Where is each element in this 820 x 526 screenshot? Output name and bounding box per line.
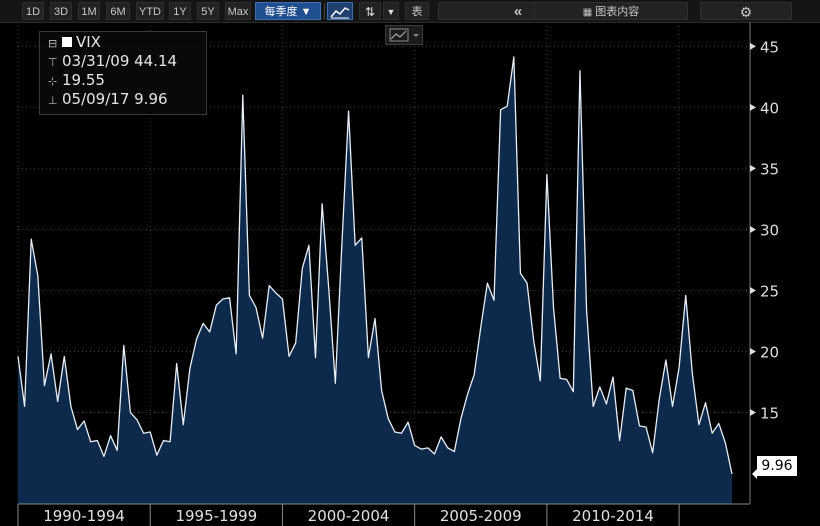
series-area-vix [18,56,732,505]
range-5y-button[interactable]: 5Y [197,2,219,20]
chart-content-icon: ▦ [582,7,593,18]
compare-button[interactable]: ⇅ [359,2,381,20]
legend-box: ⊟ VIX ⊤ 03/31/09 44.14 ⊹ 19.55 ⊥ 05/09/17 9.… [39,31,207,115]
series-swatch [62,37,72,47]
x-tick-label-3: 2005-2009 [440,507,522,525]
y-tick-45 [750,42,756,50]
range-1d-button[interactable]: 1D [22,2,44,20]
y-tick-label-30: 30 [760,221,779,239]
y-tick-label-40: 40 [760,99,779,117]
settings-button[interactable]: ⚙ [700,2,792,20]
toolbar: 1D 3D 1M 6M YTD 1Y 5Y Max 每季度 ▼ ⇅ ▼ 表 « … [0,0,820,23]
toolbar-divider [324,3,325,19]
y-tick-35 [750,164,756,172]
high-marker-icon: ⊤ [48,56,58,69]
average-marker-icon: ⊹ [48,75,58,88]
range-3d-button[interactable]: 3D [50,2,72,20]
table-button[interactable]: 表 [405,2,429,20]
x-axis: 1990-1994 1995-1999 2000-2004 2005-2009 2010… [17,503,750,526]
chart-type-button[interactable] [385,25,423,45]
x-tick-label-4: 2010-2014 [572,507,654,525]
y-tick-25 [750,286,756,294]
y-tick-label-20: 20 [760,343,779,361]
legend-high-row: ⊤ 03/31/09 44.14 [48,52,177,70]
line-chart-button[interactable] [327,2,353,20]
area-chart-icon [389,28,419,42]
range-ytd-button[interactable]: YTD [136,2,164,20]
legend-low-row: ⊥ 05/09/17 9.96 [48,90,168,108]
legend-high-value: 03/31/09 44.14 [62,52,178,70]
compare-dropdown-button[interactable]: ▼ [383,2,399,20]
y-tick-30 [750,225,756,233]
legend-title-row: ⊟ VIX [48,33,101,51]
low-marker-icon: ⊥ [48,94,58,107]
range-1m-button[interactable]: 1M [78,2,100,20]
y-tick-40 [750,103,756,111]
y-tick-label-45: 45 [760,38,779,56]
y-tick-label-15: 15 [760,404,779,422]
chart-content-label: 图表内容 [595,6,640,18]
collapse-square-icon[interactable]: ⊟ [48,37,62,50]
legend-avg-value: 19.55 [62,71,105,89]
compare-icon: ⇅ [364,5,376,19]
y-tick-20 [750,347,756,355]
gear-icon: ⚙ [739,4,753,20]
y-axis: 15 20 25 30 35 40 45 [749,22,779,504]
legend-avg-row: ⊹ 19.55 [48,71,105,89]
caret-down-icon: ▼ [386,7,396,17]
legend-series-name: VIX [76,33,101,51]
y-tick-15 [750,408,756,416]
area-layer [17,56,733,505]
chart-content-button[interactable]: ▦ 图表内容 [534,2,688,20]
y-tick-label-25: 25 [760,282,779,300]
legend-low-value: 05/09/17 9.96 [62,90,168,108]
y-tick-label-35: 35 [760,160,779,178]
line-chart-icon [330,7,350,19]
range-1y-button[interactable]: 1Y [169,2,191,20]
x-tick-label-1: 1995-1999 [175,507,257,525]
range-max-button[interactable]: Max [225,2,251,20]
x-tick-label-0: 1990-1994 [43,507,125,525]
range-6m-button[interactable]: 6M [106,2,130,20]
last-value-badge: 9.96 [757,456,797,476]
x-tick-label-2: 2000-2004 [308,507,390,525]
frequency-dropdown[interactable]: 每季度 ▼ [255,2,321,20]
